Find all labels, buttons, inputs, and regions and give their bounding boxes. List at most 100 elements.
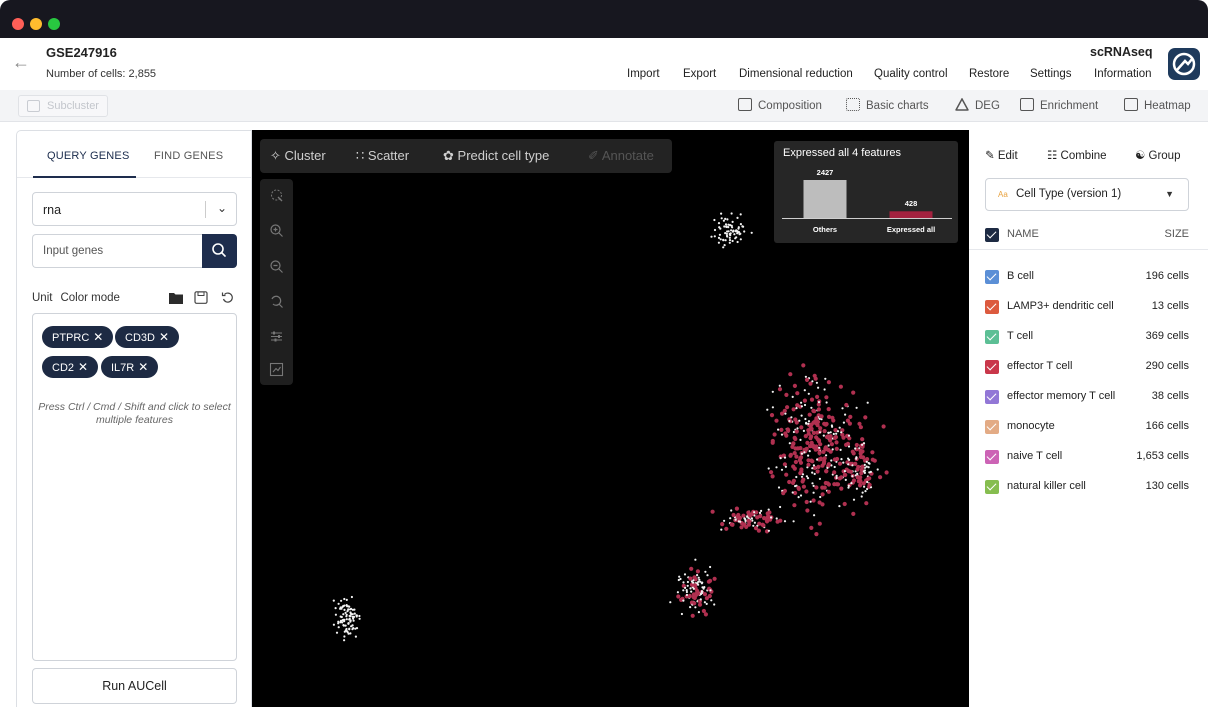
gene-chip-cd2[interactable]: CD2 ✕ — [42, 356, 99, 378]
cluster-tool[interactable]: ✧ Cluster — [270, 148, 326, 164]
menu-information[interactable]: Information — [1094, 68, 1152, 80]
menu-export[interactable]: Export — [683, 68, 716, 80]
unit-label[interactable]: Unit — [32, 292, 52, 304]
expressed-cell-point — [703, 612, 708, 617]
gene-search-button[interactable] — [202, 234, 237, 268]
other-cell-point — [804, 417, 807, 421]
folder-icon[interactable] — [169, 291, 183, 304]
other-cell-point — [777, 428, 780, 431]
enrichment-button[interactable]: Enrichment — [1020, 98, 1098, 112]
combine-button[interactable]: ☷ Combine — [1047, 148, 1107, 162]
predict-cell-type-tool[interactable]: ✿ Predict cell type — [443, 148, 549, 164]
remove-chip-icon[interactable]: ✕ — [159, 330, 169, 344]
run-aucell-button[interactable]: Run AUCell — [32, 668, 237, 704]
close-window-dot[interactable] — [12, 18, 24, 30]
other-cell-point — [842, 421, 846, 424]
menu-quality-control[interactable]: Quality control — [874, 68, 948, 80]
expressed-cell-point — [819, 414, 824, 419]
chevron-down-icon[interactable]: ⌄ — [217, 201, 227, 215]
composition-button[interactable]: Composition — [738, 98, 822, 112]
other-cell-point — [855, 456, 858, 459]
other-cell-point — [804, 375, 808, 378]
tab-find-genes[interactable]: FIND GENES — [154, 150, 223, 162]
other-cell-point — [830, 459, 833, 462]
minimize-window-dot[interactable] — [30, 18, 42, 30]
cell-type-row[interactable]: LAMP3+ dendritic cell 13 cells — [985, 298, 1189, 316]
menu-restore[interactable]: Restore — [969, 68, 1009, 80]
gene-chip-il7r[interactable]: IL7R ✕ — [101, 356, 159, 378]
other-cell-point — [685, 590, 688, 594]
app-logo[interactable] — [1168, 48, 1200, 80]
menu-dimensional-reduction[interactable]: Dimensional reduction — [739, 68, 853, 80]
heatmap-button[interactable]: Heatmap — [1124, 98, 1191, 112]
color-mode-label[interactable]: Color mode — [60, 292, 119, 304]
select-all-checkbox[interactable] — [985, 228, 999, 242]
maximize-window-dot[interactable] — [48, 18, 60, 30]
other-cell-point — [867, 466, 870, 469]
back-arrow-icon[interactable]: ← — [12, 52, 30, 73]
scatter-tool[interactable]: ∷ Scatter — [356, 148, 409, 164]
cell-type-checkbox[interactable] — [985, 420, 999, 434]
cell-type-checkbox[interactable] — [985, 270, 999, 284]
basic-charts-button[interactable]: Basic charts — [846, 98, 929, 112]
adjust-icon[interactable] — [269, 329, 284, 344]
assay-select[interactable]: rna ⌄ — [32, 192, 237, 226]
caret-down-icon[interactable]: ▼ — [1165, 189, 1174, 199]
gene-search-input[interactable] — [32, 234, 204, 268]
menu-settings[interactable]: Settings — [1030, 68, 1072, 80]
zoom-reset-icon[interactable] — [269, 294, 284, 309]
cell-type-size: 13 cells — [1151, 300, 1189, 312]
other-cell-point — [690, 580, 693, 583]
annotation-select[interactable]: Aa Cell Type (version 1) ▼ — [985, 178, 1189, 211]
other-cell-point — [866, 480, 869, 484]
deg-button[interactable]: DEG — [955, 98, 1000, 112]
other-cell-point — [779, 505, 782, 509]
expressed-cell-point — [824, 395, 829, 400]
expressed-cell-point — [826, 407, 831, 412]
expressed-cell-point — [724, 526, 729, 531]
menu-import[interactable]: Import — [627, 68, 660, 80]
lasso-select-icon[interactable] — [269, 188, 284, 203]
reset-icon[interactable] — [221, 291, 235, 304]
cell-type-row[interactable]: effector T cell 290 cells — [985, 358, 1189, 376]
other-cell-point — [847, 486, 850, 489]
gene-chip-cd3d[interactable]: CD3D ✕ — [115, 326, 180, 348]
other-cell-point — [696, 574, 699, 577]
export-icon[interactable] — [269, 362, 284, 377]
save-icon[interactable] — [194, 291, 208, 304]
other-cell-point — [798, 419, 801, 422]
expressed-cell-point — [742, 522, 747, 527]
cell-type-row[interactable]: monocyte 166 cells — [985, 418, 1189, 436]
zoom-out-icon[interactable] — [269, 259, 284, 274]
remove-chip-icon[interactable]: ✕ — [78, 360, 88, 374]
other-cell-point — [350, 595, 353, 599]
gene-chip-ptprc[interactable]: PTPRC ✕ — [42, 326, 114, 348]
cell-type-row[interactable]: B cell 196 cells — [985, 268, 1189, 286]
edit-button[interactable]: ✎ Edit — [985, 148, 1018, 162]
cell-type-row[interactable]: natural killer cell 130 cells — [985, 478, 1189, 496]
cell-type-checkbox[interactable] — [985, 330, 999, 344]
col-size-header: SIZE — [1164, 228, 1189, 240]
group-button[interactable]: ☯ Group — [1135, 148, 1180, 162]
cell-type-row[interactable]: T cell 369 cells — [985, 328, 1189, 346]
expressed-cell-point — [884, 470, 889, 475]
cell-type-checkbox[interactable] — [985, 300, 999, 314]
cell-type-checkbox[interactable] — [985, 360, 999, 374]
cell-type-checkbox[interactable] — [985, 480, 999, 494]
embedding-plot[interactable]: ✧ Cluster ∷ Scatter ✿ Predict cell type … — [252, 130, 969, 707]
annotate-tool[interactable]: ✐ Annotate — [588, 148, 654, 164]
annotation-select-value: Cell Type (version 1) — [1016, 188, 1122, 200]
cell-type-checkbox[interactable] — [985, 450, 999, 464]
subcluster-button[interactable]: Subcluster — [18, 95, 108, 117]
tab-query-genes[interactable]: QUERY GENES — [47, 150, 130, 162]
other-cell-point — [722, 219, 725, 222]
cell-type-row[interactable]: effector memory T cell 38 cells — [985, 388, 1189, 406]
zoom-in-icon[interactable] — [269, 223, 284, 238]
expressed-cell-point — [784, 433, 789, 438]
other-cell-point — [842, 461, 845, 464]
remove-chip-icon[interactable]: ✕ — [138, 360, 148, 374]
other-cell-point — [334, 613, 337, 616]
cell-type-row[interactable]: naive T cell 1,653 cells — [985, 448, 1189, 466]
remove-chip-icon[interactable]: ✕ — [93, 330, 103, 344]
cell-type-checkbox[interactable] — [985, 390, 999, 404]
